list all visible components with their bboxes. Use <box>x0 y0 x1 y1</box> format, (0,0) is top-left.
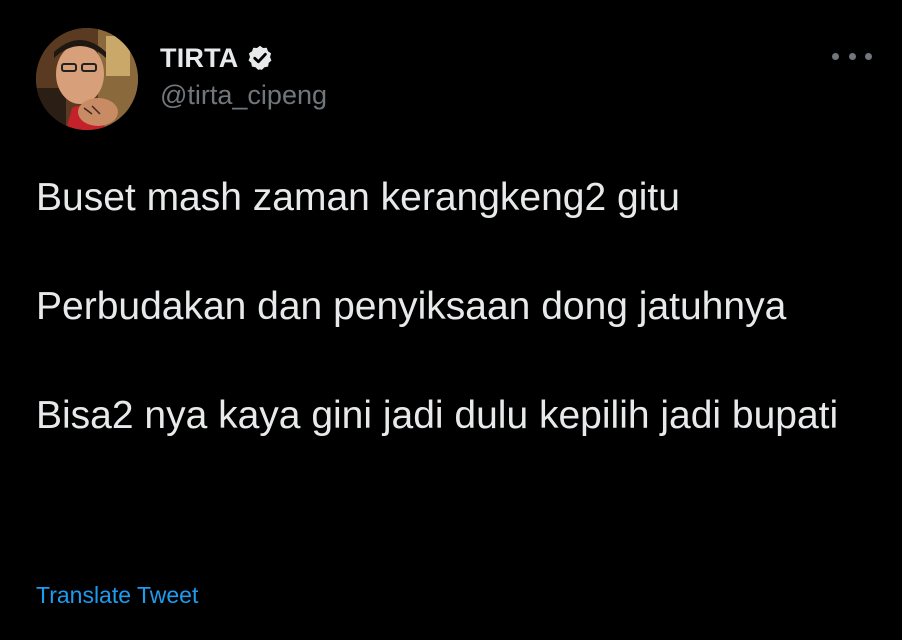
tweet-paragraph: Perbudakan dan penyiksaan dong jatuhnya <box>36 285 787 328</box>
tweet-card: TIRTA @tirta_cipeng Buset mash zaman ker… <box>0 0 902 640</box>
author-handle[interactable]: @tirta_cipeng <box>160 80 327 111</box>
verified-badge-icon <box>246 44 274 72</box>
more-options-icon[interactable] <box>832 44 872 68</box>
author-display-name[interactable]: TIRTA <box>160 43 238 74</box>
more-dot <box>865 52 872 60</box>
author-name-row[interactable]: TIRTA <box>160 38 274 78</box>
tweet-text: Buset mash zaman kerangkeng2 gitu Perbud… <box>36 170 876 443</box>
tweet-paragraph: Buset mash zaman kerangkeng2 gitu <box>36 176 680 219</box>
more-dot <box>848 52 856 60</box>
more-dot <box>832 52 839 60</box>
translate-tweet-link[interactable]: Translate Tweet <box>36 582 198 609</box>
tweet-paragraph: Bisa2 nya kaya gini jadi dulu kepilih ja… <box>36 394 839 437</box>
avatar[interactable] <box>36 28 138 130</box>
